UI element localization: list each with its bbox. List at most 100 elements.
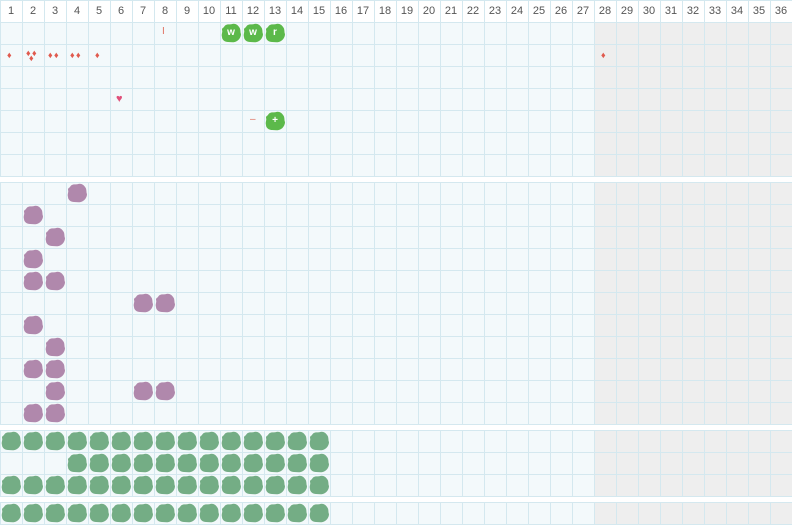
teal-blob[interactable] [67, 431, 87, 451]
purple-blob[interactable] [45, 271, 65, 291]
blob-shape [89, 475, 109, 495]
teal-blob[interactable] [177, 453, 197, 473]
teal-blob[interactable] [265, 431, 285, 451]
teal-blob[interactable] [265, 503, 285, 523]
teal-blob[interactable] [309, 431, 329, 451]
teal-blob[interactable] [287, 431, 307, 451]
purple-blob[interactable] [67, 183, 87, 203]
teal-blob[interactable] [199, 453, 219, 473]
teal-blob[interactable] [177, 475, 197, 495]
teal-blob[interactable] [23, 431, 43, 451]
teal-blob[interactable] [133, 475, 153, 495]
teal-blob[interactable] [89, 453, 109, 473]
teal-blob[interactable] [133, 503, 153, 523]
blob-shape [111, 431, 131, 451]
teal-blob[interactable] [89, 503, 109, 523]
grid-cell-purple [154, 314, 177, 337]
blob-shape [45, 403, 65, 423]
teal-blob[interactable] [221, 475, 241, 495]
teal-blob[interactable] [45, 503, 65, 523]
green-tag[interactable]: r [265, 23, 285, 43]
teal-blob[interactable] [177, 503, 197, 523]
blob-shape [287, 431, 307, 451]
teal-blob[interactable] [45, 475, 65, 495]
purple-blob[interactable] [45, 403, 65, 423]
teal-blob[interactable] [287, 475, 307, 495]
grid-cell-purple [264, 182, 287, 205]
teal-blob[interactable] [243, 453, 263, 473]
purple-blob[interactable] [23, 205, 43, 225]
grid-cell-purple [616, 336, 639, 359]
teal-blob[interactable] [155, 503, 175, 523]
teal-blob[interactable] [199, 503, 219, 523]
grid-cell-purple [418, 292, 441, 315]
green-tag[interactable]: w [221, 23, 241, 43]
teal-blob[interactable] [243, 431, 263, 451]
teal-blob[interactable] [67, 475, 87, 495]
purple-blob[interactable] [23, 249, 43, 269]
purple-blob[interactable] [45, 359, 65, 379]
teal-blob[interactable] [67, 503, 87, 523]
teal-blob[interactable] [67, 453, 87, 473]
teal-blob[interactable] [265, 453, 285, 473]
grid-cell-purple [528, 292, 551, 315]
teal-blob[interactable] [111, 431, 131, 451]
grid-cell-tracking [638, 110, 661, 133]
teal-blob[interactable] [243, 503, 263, 523]
teal-blob[interactable] [89, 475, 109, 495]
grid-cell-teal-b [484, 502, 507, 525]
purple-blob[interactable] [45, 337, 65, 357]
purple-blob[interactable] [23, 359, 43, 379]
teal-blob[interactable] [199, 475, 219, 495]
teal-blob[interactable] [265, 475, 285, 495]
teal-blob[interactable] [23, 475, 43, 495]
purple-blob[interactable] [45, 227, 65, 247]
grid-cell-tracking [154, 66, 177, 89]
green-tag[interactable]: + [265, 111, 285, 131]
teal-blob[interactable] [309, 453, 329, 473]
grid-cell-tracking [110, 66, 133, 89]
teal-blob[interactable] [177, 431, 197, 451]
teal-blob[interactable] [287, 503, 307, 523]
teal-blob[interactable] [221, 431, 241, 451]
teal-blob[interactable] [287, 453, 307, 473]
teal-blob[interactable] [111, 475, 131, 495]
grid-cell-purple [638, 314, 661, 337]
purple-blob[interactable] [23, 271, 43, 291]
purple-blob[interactable] [23, 315, 43, 335]
blob-shape [67, 183, 87, 203]
teal-blob[interactable] [221, 503, 241, 523]
teal-blob[interactable] [309, 475, 329, 495]
purple-blob[interactable] [133, 381, 153, 401]
grid-cell-purple [748, 204, 771, 227]
teal-blob[interactable] [89, 431, 109, 451]
teal-blob[interactable] [155, 431, 175, 451]
grid-cell-purple [330, 204, 353, 227]
teal-blob[interactable] [199, 431, 219, 451]
green-tag[interactable]: w [243, 23, 263, 43]
grid-cell-purple [770, 358, 792, 381]
teal-blob[interactable] [23, 503, 43, 523]
teal-blob[interactable] [155, 453, 175, 473]
teal-blob[interactable] [221, 453, 241, 473]
teal-blob[interactable] [133, 453, 153, 473]
purple-blob[interactable] [133, 293, 153, 313]
teal-blob[interactable] [133, 431, 153, 451]
purple-blob[interactable] [45, 381, 65, 401]
purple-blob[interactable] [23, 403, 43, 423]
purple-blob[interactable] [155, 293, 175, 313]
teal-blob[interactable] [1, 503, 21, 523]
grid-cell-purple [462, 292, 485, 315]
grid-cell-purple [286, 402, 309, 425]
teal-blob[interactable] [45, 431, 65, 451]
teal-blob[interactable] [111, 503, 131, 523]
purple-blob[interactable] [155, 381, 175, 401]
teal-blob[interactable] [243, 475, 263, 495]
teal-blob[interactable] [1, 431, 21, 451]
day-header-32: 32 [686, 5, 700, 17]
teal-blob[interactable] [309, 503, 329, 523]
teal-blob[interactable] [111, 453, 131, 473]
grid-cell-purple [66, 402, 89, 425]
teal-blob[interactable] [155, 475, 175, 495]
teal-blob[interactable] [1, 475, 21, 495]
